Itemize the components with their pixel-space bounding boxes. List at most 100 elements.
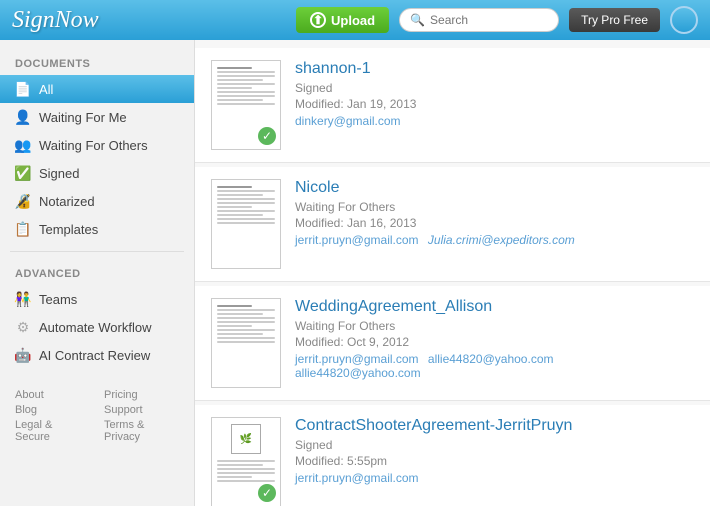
search-box: 🔍 [399, 8, 559, 32]
footer-terms[interactable]: Terms & Privacy [104, 419, 179, 443]
doc-line [217, 333, 263, 335]
doc-title: ContractShooterAgreement-JerritPruyn [295, 417, 694, 435]
documents-section-title: DOCUMENTS [0, 50, 194, 75]
sidebar-item-waiting-others[interactable]: 👥 Waiting For Others [0, 131, 194, 159]
user-avatar[interactable] [670, 6, 698, 34]
doc-line [217, 206, 252, 208]
main-layout: DOCUMENTS 📄 All 👤 Waiting For Me 👥 Waiti… [0, 40, 710, 506]
doc-email: allie44820@yahoo.com [428, 352, 554, 366]
doc-line [217, 468, 275, 470]
sidebar-item-waiting-others-label: Waiting For Others [39, 138, 148, 153]
doc-emails: dinkery@gmail.com [295, 114, 694, 128]
table-row[interactable]: ✓ shannon-1 Signed Modified: Jan 19, 201… [195, 48, 710, 163]
doc-title: WeddingAgreement_Allison [295, 298, 694, 316]
sidebar-item-automate[interactable]: ⚙ Automate Workflow [0, 313, 194, 341]
doc-modified: Modified: 5:55pm [295, 454, 694, 468]
doc-preview [212, 180, 280, 268]
sidebar-item-waiting-me[interactable]: 👤 Waiting For Me [0, 103, 194, 131]
doc-info: shannon-1 Signed Modified: Jan 19, 2013 … [295, 60, 694, 128]
upload-label: Upload [331, 13, 375, 28]
doc-emails: jerrit.pruyn@gmail.com allie44820@yahoo.… [295, 352, 694, 380]
doc-thumbnail: ✓ [211, 60, 281, 150]
doc-line [217, 210, 275, 212]
doc-line [217, 91, 275, 93]
doc-info: ContractShooterAgreement-JerritPruyn Sig… [295, 417, 694, 485]
doc-line [217, 198, 275, 200]
doc-email: dinkery@gmail.com [295, 114, 401, 128]
doc-line [217, 222, 275, 224]
doc-status: Signed [295, 438, 694, 452]
doc-line [217, 464, 263, 466]
upload-button[interactable]: ⬆ Upload [296, 7, 389, 33]
person-icon: 👤 [15, 109, 31, 125]
doc-line [217, 341, 275, 343]
doc-line [217, 103, 275, 105]
doc-line [217, 305, 252, 307]
sidebar-item-teams[interactable]: 👫 Teams [0, 285, 194, 313]
signed-badge: ✓ [258, 484, 276, 502]
sidebar-item-waiting-me-label: Waiting For Me [39, 110, 127, 125]
table-row[interactable]: Nicole Waiting For Others Modified: Jan … [195, 167, 710, 282]
sidebar-item-all-label: All [39, 82, 53, 97]
doc-line [217, 321, 275, 323]
search-icon: 🔍 [410, 13, 425, 27]
doc-line [217, 325, 252, 327]
table-row[interactable]: WeddingAgreement_Allison Waiting For Oth… [195, 286, 710, 401]
sidebar-item-templates-label: Templates [39, 222, 98, 237]
doc-line [217, 190, 275, 192]
template-icon: 📋 [15, 221, 31, 237]
doc-line [217, 87, 252, 89]
doc-preview [212, 299, 280, 387]
signed-badge: ✓ [258, 127, 276, 145]
doc-line [217, 472, 275, 474]
search-input[interactable] [430, 13, 550, 27]
check-icon: ✅ [15, 165, 31, 181]
try-pro-button[interactable]: Try Pro Free [569, 8, 660, 32]
doc-modified: Modified: Oct 9, 2012 [295, 335, 694, 349]
doc-thumbnail [211, 298, 281, 388]
doc-modified: Modified: Jan 19, 2013 [295, 97, 694, 111]
doc-status: Waiting For Others [295, 200, 694, 214]
sidebar-item-automate-label: Automate Workflow [39, 320, 151, 335]
doc-line [217, 480, 275, 482]
sidebar-item-ai[interactable]: 🤖 AI Contract Review [0, 341, 194, 369]
doc-email: jerrit.pruyn@gmail.com [295, 233, 419, 247]
sidebar-item-all[interactable]: 📄 All [0, 75, 194, 103]
advanced-section-title: ADVANCED [0, 260, 194, 285]
doc-email: jerrit.pruyn@gmail.com [295, 471, 419, 485]
sidebar-item-signed[interactable]: ✅ Signed [0, 159, 194, 187]
sidebar-item-ai-label: AI Contract Review [39, 348, 150, 363]
doc-line [217, 95, 275, 97]
doc-icon: 📄 [15, 81, 31, 97]
sidebar-item-notarized[interactable]: 🔏 Notarized [0, 187, 194, 215]
doc-emails: jerrit.pruyn@gmail.com [295, 471, 694, 485]
doc-info: Nicole Waiting For Others Modified: Jan … [295, 179, 694, 247]
sidebar-item-templates[interactable]: 📋 Templates [0, 215, 194, 243]
doc-line [217, 75, 275, 77]
doc-line [217, 309, 275, 311]
doc-emails: jerrit.pruyn@gmail.com Julia.crimi@exped… [295, 233, 694, 247]
sidebar-divider [10, 251, 184, 252]
footer-col-1: About Blog Legal & Secure [15, 389, 86, 443]
doc-line [217, 186, 252, 188]
footer-blog[interactable]: Blog [15, 404, 86, 416]
document-list: ✓ shannon-1 Signed Modified: Jan 19, 201… [195, 40, 710, 506]
doc-thumbnail [211, 179, 281, 269]
doc-line [217, 99, 263, 101]
footer-about[interactable]: About [15, 389, 86, 401]
footer-legal[interactable]: Legal & Secure [15, 419, 86, 443]
footer-pricing[interactable]: Pricing [104, 389, 179, 401]
footer-support[interactable]: Support [104, 404, 179, 416]
doc-line [217, 79, 263, 81]
doc-line [217, 337, 275, 339]
doc-email: allie44820@yahoo.com [295, 366, 421, 380]
doc-info: WeddingAgreement_Allison Waiting For Oth… [295, 298, 694, 380]
doc-line [217, 83, 275, 85]
footer-col-2: Pricing Support Terms & Privacy [104, 389, 179, 443]
doc-line [217, 214, 263, 216]
app-header: SignNow ⬆ Upload 🔍 Try Pro Free [0, 0, 710, 40]
sidebar-item-teams-label: Teams [39, 292, 77, 307]
table-row[interactable]: 🌿 ✓ ContractShooterAgreement-JerritPruyn… [195, 405, 710, 506]
doc-line [217, 476, 252, 478]
doc-title: shannon-1 [295, 60, 694, 78]
